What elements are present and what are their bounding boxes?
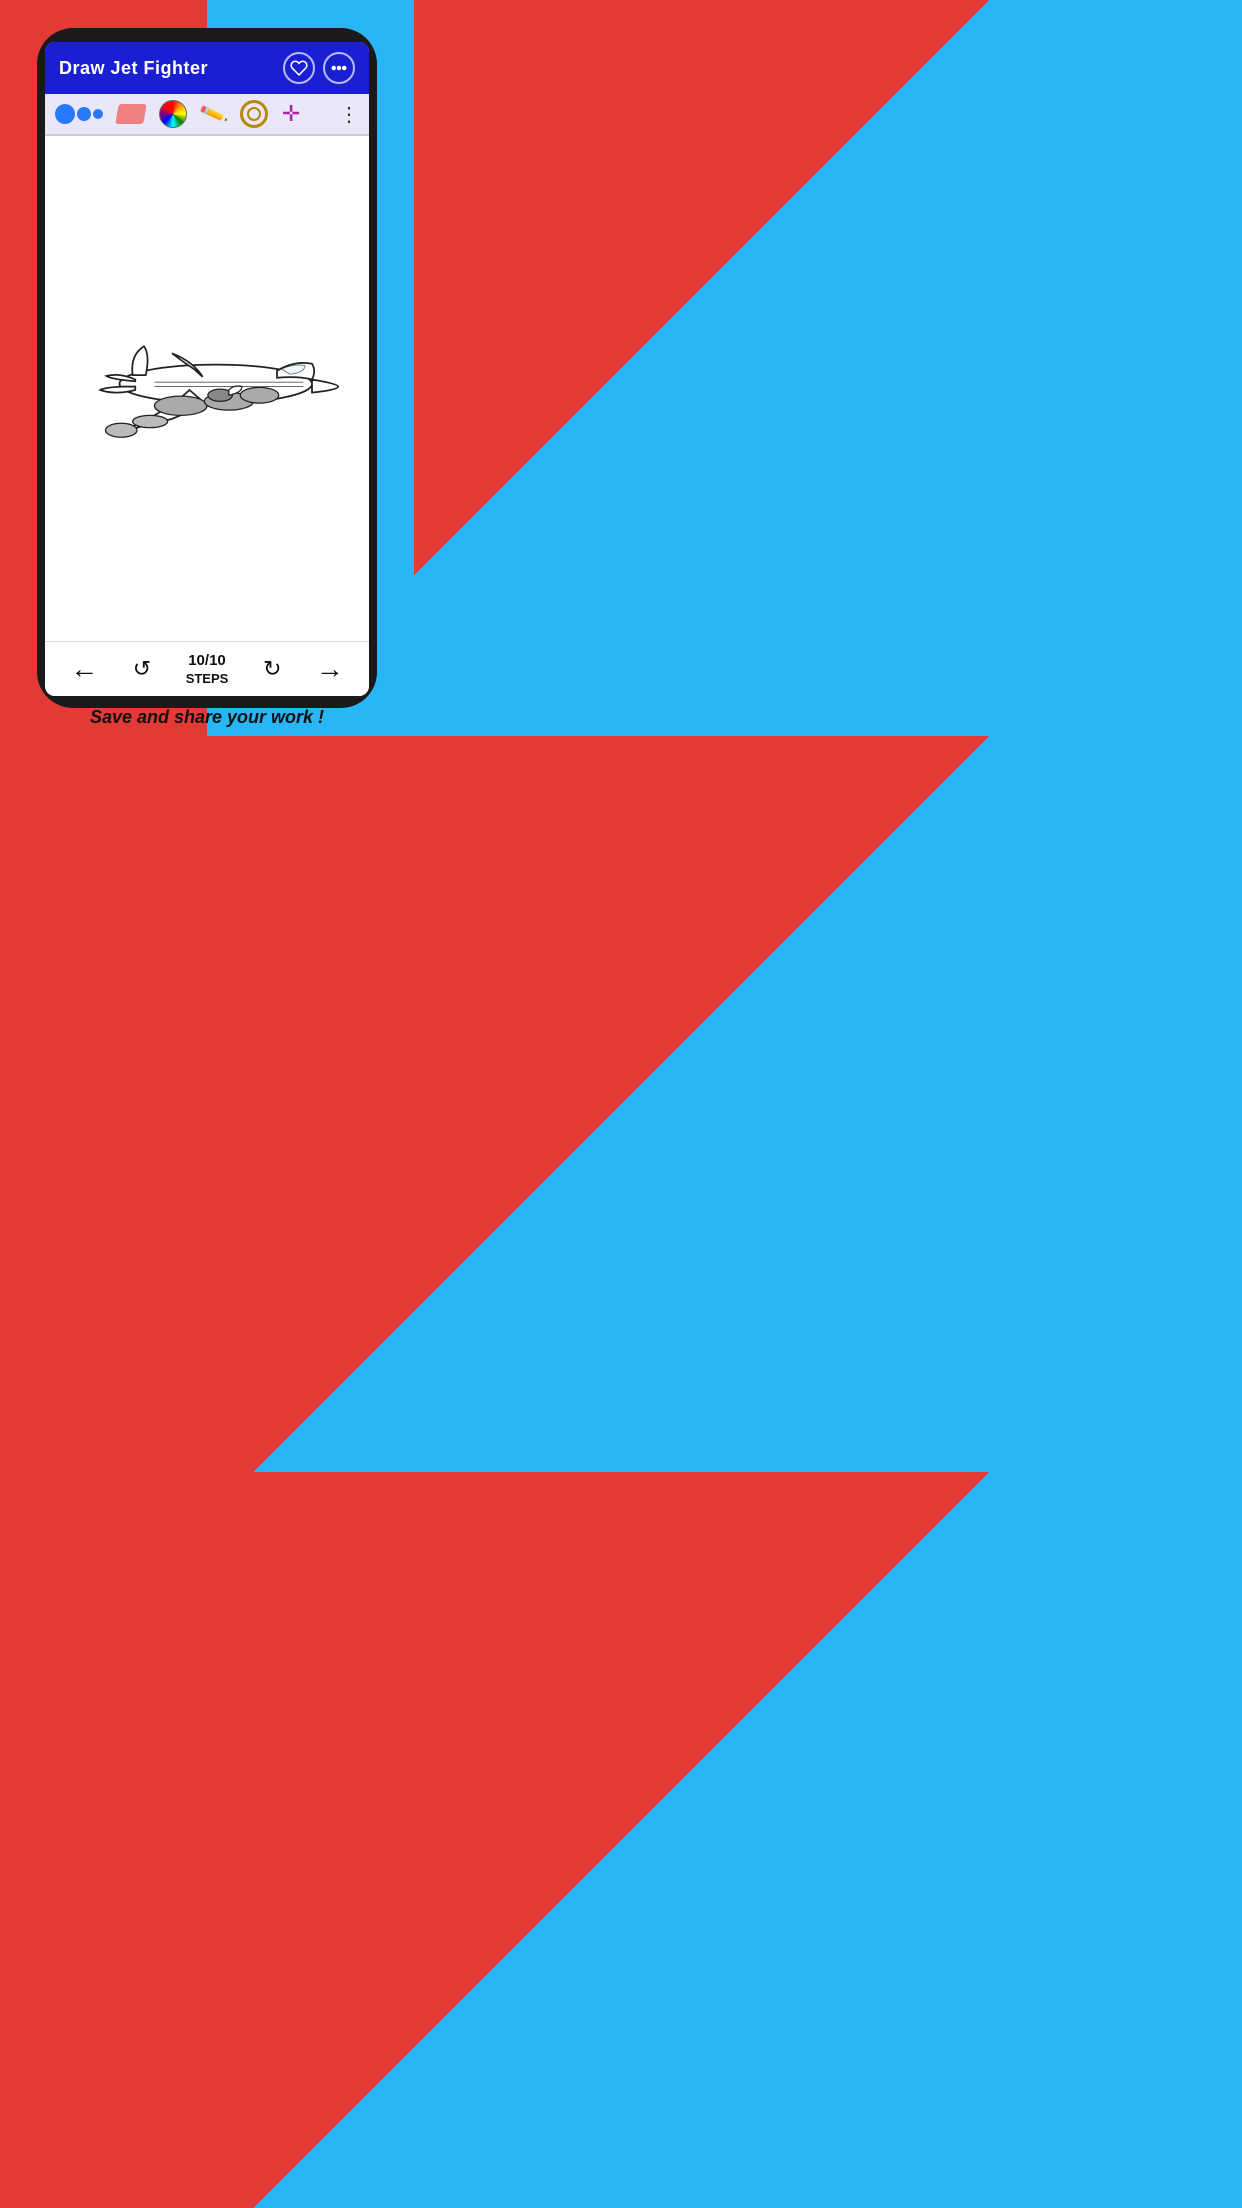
steps-label: STEPS <box>186 671 229 686</box>
app-container: Draw Jet Fighter <box>0 0 414 736</box>
dot-medium <box>77 107 91 121</box>
replay-button[interactable]: ↺ <box>133 656 151 682</box>
move-tool[interactable]: ✛ <box>282 101 300 127</box>
drawing-toolbar: ✏️ ✛ ⋮ <box>45 94 369 136</box>
bottom-banner: Save and share your work ! <box>0 707 414 728</box>
step-count: 10/10 <box>188 652 226 669</box>
title-bar: Draw Jet Fighter <box>45 42 369 94</box>
scan-inner <box>247 107 261 121</box>
undo-button[interactable]: ↺ <box>263 656 281 682</box>
step-counter-display: 10/10 STEPS <box>186 652 229 686</box>
page-title: Draw Jet Fighter <box>59 58 208 79</box>
crop-tool[interactable] <box>240 100 268 128</box>
prev-step-button[interactable]: ← <box>70 653 98 685</box>
color-wheel-tool[interactable] <box>159 100 187 128</box>
next-step-button[interactable]: → <box>316 653 344 685</box>
overflow-menu-button[interactable] <box>323 52 355 84</box>
jet-fighter-drawing <box>67 292 347 485</box>
dot-small <box>93 109 103 119</box>
phone-frame: Draw Jet Fighter <box>37 28 377 708</box>
title-actions <box>283 52 355 84</box>
heart-icon <box>290 59 308 77</box>
more-tools-button[interactable]: ⋮ <box>339 102 359 127</box>
favorite-button[interactable] <box>283 52 315 84</box>
more-horizontal-icon <box>330 59 348 77</box>
dot-large <box>55 104 75 124</box>
banner-text: Save and share your work ! <box>90 707 324 727</box>
eraser-tool[interactable] <box>115 104 147 124</box>
step-navigation: ← ↺ 10/10 STEPS ↺ → <box>45 641 369 696</box>
drawing-canvas[interactable] <box>45 136 369 641</box>
pencil-tool[interactable]: ✏️ <box>197 98 229 130</box>
brush-size-tool[interactable] <box>55 104 103 124</box>
phone-screen: Draw Jet Fighter <box>45 42 369 696</box>
